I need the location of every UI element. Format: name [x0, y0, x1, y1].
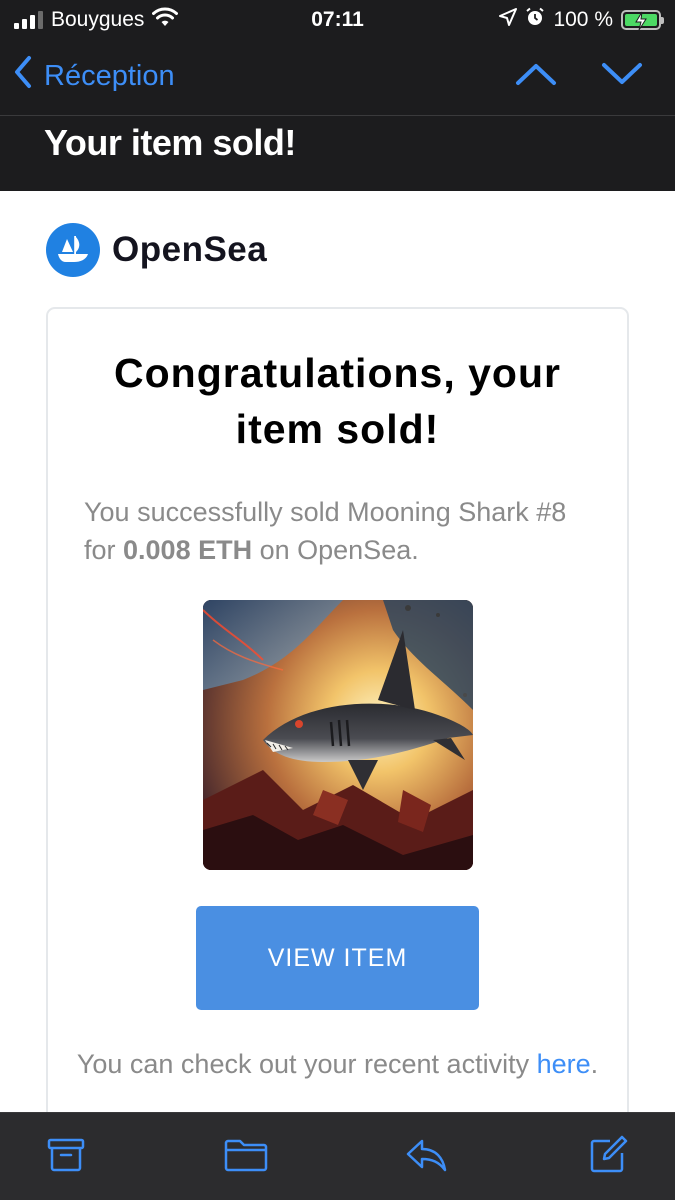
subject-header: Your item sold! — [0, 116, 675, 191]
activity-note: You can check out your recent activity h… — [68, 1046, 607, 1083]
alarm-icon — [525, 7, 545, 33]
move-folder-button[interactable] — [224, 1137, 268, 1177]
activity-link[interactable]: here — [537, 1049, 591, 1079]
nft-image[interactable] — [203, 600, 473, 870]
sale-card: Congratulations, your item sold! You suc… — [46, 307, 629, 1112]
mail-nav-bar: Réception — [0, 42, 675, 116]
view-item-button[interactable]: VIEW ITEM — [196, 906, 479, 1010]
chevron-down-icon — [601, 62, 643, 91]
compose-button[interactable] — [586, 1135, 630, 1180]
reply-icon — [404, 1137, 448, 1178]
status-right: 100 % — [499, 6, 664, 34]
compose-icon — [588, 1135, 628, 1180]
card-title: Congratulations, your item sold! — [114, 350, 561, 452]
reply-button[interactable] — [404, 1137, 448, 1177]
email-subject: Your item sold! — [44, 122, 296, 163]
email-body: OpenSea Congratulations, your item sold!… — [0, 191, 675, 1112]
location-icon — [499, 8, 518, 32]
sale-amount: 0.008 ETH — [123, 535, 253, 565]
mail-toolbar — [0, 1112, 675, 1200]
battery-icon — [621, 10, 664, 31]
activity-end: . — [590, 1049, 599, 1079]
archive-icon — [46, 1137, 86, 1178]
status-bar: Bouygues 07:11 100 % — [0, 0, 675, 42]
previous-message-button[interactable] — [512, 56, 560, 96]
folder-icon — [223, 1137, 269, 1178]
desc-suffix: on OpenSea. — [252, 535, 419, 565]
chevron-left-icon — [14, 55, 32, 97]
battery-percent: 100 % — [553, 8, 613, 31]
sender-brand: OpenSea — [46, 223, 267, 277]
back-button[interactable]: Réception — [14, 56, 175, 96]
brand-name: OpenSea — [112, 230, 268, 269]
chevron-up-icon — [515, 62, 557, 91]
activity-text: You can check out your recent activity — [76, 1049, 537, 1079]
opensea-logo-icon — [46, 223, 100, 277]
archive-button[interactable] — [44, 1137, 88, 1177]
sale-description: You successfully sold Mooning Shark #8 f… — [84, 493, 594, 569]
back-label: Réception — [44, 59, 175, 92]
next-message-button[interactable] — [598, 56, 646, 96]
